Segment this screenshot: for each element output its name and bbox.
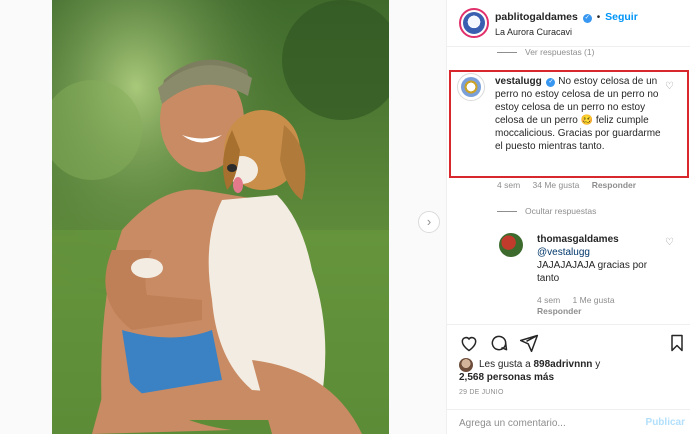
- reply-button[interactable]: Responder: [592, 180, 636, 190]
- reply-time[interactable]: 4 sem: [537, 295, 560, 305]
- comment-meta: 4 sem 34 Me gusta Responder: [497, 180, 646, 190]
- comment-time[interactable]: 4 sem: [497, 180, 520, 190]
- post-sidebar: pablitogaldames ✓ • Seguir La Aurora Cur…: [446, 0, 690, 434]
- heart-icon[interactable]: ♡: [665, 237, 674, 248]
- instagram-post: › pablitogaldames ✓ • Seguir La Aurora C…: [0, 0, 690, 434]
- reply-comment: thomasgaldames @vestalugg JAJAJAJAJA gra…: [537, 233, 667, 285]
- comment-input[interactable]: [459, 416, 639, 430]
- reply-button[interactable]: Responder: [537, 306, 581, 316]
- likes-count[interactable]: 2,568 personas más: [459, 372, 554, 383]
- likes-joiner: y: [595, 359, 601, 370]
- photo-panel: ›: [0, 0, 446, 434]
- reply-mention[interactable]: @vestalugg: [537, 247, 590, 258]
- comment-username[interactable]: vestalugg: [495, 76, 542, 87]
- likes-summary: Les gusta a 898adrivnnn y 2,568 personas…: [459, 358, 679, 384]
- author-row: pablitogaldames ✓ • Seguir: [495, 11, 638, 23]
- comments-section[interactable]: Ver respuestas (1) vestalugg ✓ No estoy …: [447, 47, 690, 324]
- post-photo[interactable]: [52, 0, 389, 434]
- separator-dot: •: [596, 12, 601, 23]
- author-username[interactable]: pablitogaldames: [495, 11, 578, 23]
- reply-likes[interactable]: 1 Me gusta: [573, 295, 615, 305]
- hide-replies-button[interactable]: Ocultar respuestas: [497, 206, 596, 216]
- likes-prefix: Les gusta a: [479, 359, 531, 370]
- share-icon[interactable]: [519, 333, 539, 353]
- main-comment: vestalugg ✓ No estoy celosa de un perro …: [495, 75, 667, 153]
- comment-likes[interactable]: 34 Me gusta: [533, 180, 580, 190]
- publish-button[interactable]: Publicar: [646, 417, 685, 428]
- reply-meta-line2: Responder: [537, 306, 591, 316]
- reply-body: JAJAJAJAJA gracias por tanto: [537, 260, 648, 284]
- comment-body: No estoy celosa de un perro no estoy cel…: [495, 76, 661, 152]
- post-header: pablitogaldames ✓ • Seguir La Aurora Cur…: [447, 0, 690, 47]
- post-location[interactable]: La Aurora Curacavi: [495, 27, 572, 37]
- heart-icon[interactable]: [459, 333, 479, 353]
- liker-username[interactable]: 898adrivnnn: [534, 359, 593, 370]
- reply-username[interactable]: thomasgaldames: [537, 234, 619, 245]
- commenter-avatar[interactable]: [457, 73, 485, 101]
- follow-button[interactable]: Seguir: [605, 11, 638, 23]
- verified-badge-icon: ✓: [546, 78, 556, 87]
- reply-avatar[interactable]: [499, 233, 523, 257]
- post-date[interactable]: 29 DE JUNIO: [459, 389, 504, 396]
- chevron-right-icon: ›: [426, 214, 432, 229]
- author-avatar[interactable]: [459, 8, 489, 38]
- bookmark-icon[interactable]: [667, 333, 687, 353]
- add-comment-bar: Publicar: [447, 409, 690, 434]
- post-photo-image: [52, 0, 389, 434]
- heart-icon[interactable]: ♡: [665, 81, 674, 92]
- view-replies-button[interactable]: Ver respuestas (1): [497, 47, 594, 57]
- verified-badge-icon: ✓: [582, 14, 592, 23]
- next-photo-button[interactable]: ›: [418, 211, 440, 233]
- comment-icon[interactable]: [489, 333, 509, 353]
- liker-avatar[interactable]: [459, 358, 473, 372]
- reply-meta: 4 sem 1 Me gusta: [537, 295, 625, 305]
- post-actions: Les gusta a 898adrivnnn y 2,568 personas…: [447, 324, 690, 434]
